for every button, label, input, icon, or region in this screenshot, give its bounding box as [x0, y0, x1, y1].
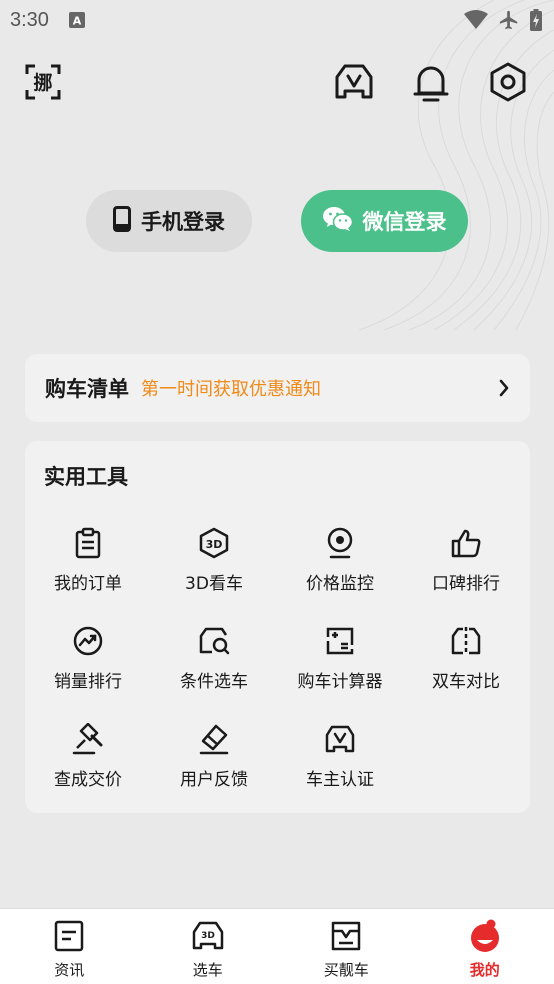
tool-label: 车主认证 [306, 770, 374, 790]
nav-label: 资讯 [54, 961, 85, 979]
svg-text:A: A [73, 15, 82, 28]
tools-card: 实用工具 我的订单 3D 3D看车 价格监控 口碑排行 销量排行 条件选车 购车… [25, 441, 530, 813]
contour-background [358, 0, 554, 330]
tool-label: 购车计算器 [297, 672, 383, 692]
profile-mascot-icon [468, 919, 502, 953]
car-3d-icon: 3D [191, 919, 225, 953]
webcam-icon [324, 527, 356, 559]
calculator-icon [324, 625, 356, 657]
wechat-login-button[interactable]: 微信登录 [301, 190, 468, 252]
tool-label: 查成交价 [54, 770, 122, 790]
trend-chart-icon [72, 625, 104, 657]
tool-filter-cars[interactable]: 条件选车 [151, 625, 277, 697]
tool-label: 双车对比 [432, 672, 500, 692]
bell-icon[interactable] [409, 60, 453, 104]
tool-car-compare[interactable]: 双车对比 [403, 625, 529, 697]
tool-label: 价格监控 [306, 574, 374, 594]
chevron-right-icon [498, 378, 510, 402]
tool-reputation-rank[interactable]: 口碑排行 [403, 527, 529, 599]
phone-login-button[interactable]: 手机登录 [86, 190, 252, 252]
car-search-icon [198, 625, 230, 657]
nav-label: 我的 [469, 961, 500, 979]
shopping-box-icon [329, 919, 363, 953]
wechat-login-label: 微信登录 [362, 210, 447, 234]
purchase-list-subtitle: 第一时间获取优惠通知 [141, 379, 321, 400]
svg-text:3D: 3D [206, 538, 223, 551]
nav-choose-car[interactable]: 3D 选车 [139, 909, 278, 984]
svg-text:挪: 挪 [33, 71, 52, 94]
tool-label: 销量排行 [54, 672, 122, 692]
news-icon [52, 919, 86, 953]
wechat-icon [322, 206, 353, 237]
tool-label: 3D看车 [185, 574, 243, 594]
nav-profile[interactable]: 我的 [416, 909, 554, 984]
nav-label: 买靓车 [323, 961, 369, 979]
purchase-list-title: 购车清单 [45, 377, 129, 401]
tools-title: 实用工具 [44, 465, 128, 489]
phone-login-label: 手机登录 [141, 210, 225, 234]
settings-icon[interactable] [486, 60, 530, 104]
eraser-feedback-icon [198, 723, 230, 755]
tool-car-calculator[interactable]: 购车计算器 [277, 625, 403, 697]
tool-price-monitor[interactable]: 价格监控 [277, 527, 403, 599]
order-clipboard-icon [72, 527, 104, 559]
nav-label: 选车 [192, 961, 223, 979]
nav-buy-car[interactable]: 买靓车 [277, 909, 416, 984]
tool-user-feedback[interactable]: 用户反馈 [151, 723, 277, 795]
tool-label: 用户反馈 [180, 770, 248, 790]
thumbs-up-icon [450, 527, 482, 559]
auction-hammer-icon [72, 723, 104, 755]
scan-nuo-icon[interactable]: 挪 [21, 60, 65, 104]
3d-cube-icon: 3D [198, 527, 230, 559]
phone-icon [113, 205, 131, 237]
tool-owner-verify[interactable]: 车主认证 [277, 723, 403, 795]
bottom-nav: 资讯 3D 选车 买靓车 我的 [0, 908, 554, 984]
tool-my-orders[interactable]: 我的订单 [25, 527, 151, 599]
svg-text:3D: 3D [201, 931, 215, 941]
tool-sales-rank[interactable]: 销量排行 [25, 625, 151, 697]
airplane-icon [498, 9, 520, 31]
battery-charging-icon [530, 9, 542, 31]
car-compare-icon [450, 625, 482, 657]
status-bar: 3:30 A [0, 0, 554, 40]
status-time: 3:30 [10, 8, 49, 31]
tool-label: 条件选车 [180, 672, 248, 692]
a-badge-icon: A [68, 12, 85, 28]
tool-label: 口碑排行 [432, 574, 500, 594]
nav-news[interactable]: 资讯 [0, 909, 139, 984]
tool-label: 我的订单 [54, 574, 122, 594]
purchase-list-card[interactable]: 购车清单 第一时间获取优惠通知 [25, 354, 530, 422]
wifi-icon [464, 10, 488, 30]
garage-icon[interactable] [332, 60, 376, 104]
tool-3d-view[interactable]: 3D 3D看车 [151, 527, 277, 599]
car-verify-icon [324, 723, 356, 755]
tool-deal-price[interactable]: 查成交价 [25, 723, 151, 795]
